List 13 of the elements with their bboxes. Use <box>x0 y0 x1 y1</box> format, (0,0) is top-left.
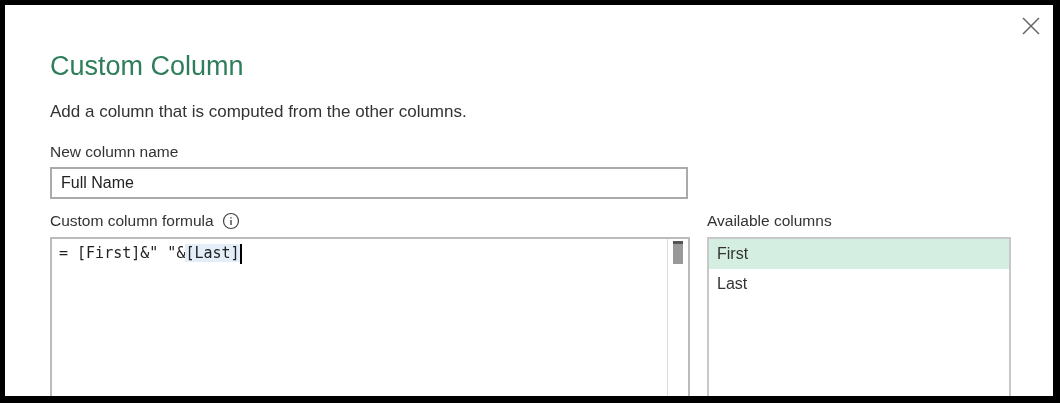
column-name-field[interactable]: Full Name <box>50 167 688 199</box>
info-icon[interactable] <box>221 212 240 230</box>
dialog-description: Add a column that is computed from the other columns. <box>50 101 468 123</box>
close-icon <box>1022 17 1040 35</box>
column-list-item[interactable]: Last <box>709 269 1009 299</box>
list-label: Available columns <box>707 211 833 231</box>
dialog-title: Custom Column <box>50 50 245 83</box>
field-label: Custom column formula <box>50 211 214 231</box>
formula-text: = [First]&" "&[Last] <box>58 243 243 266</box>
column-list-item[interactable]: First <box>709 239 1009 269</box>
field-label: New column name <box>50 142 180 162</box>
close-button[interactable] <box>1021 16 1041 36</box>
formula-editor[interactable]: = [First]&" "&[Last] <box>50 237 690 396</box>
